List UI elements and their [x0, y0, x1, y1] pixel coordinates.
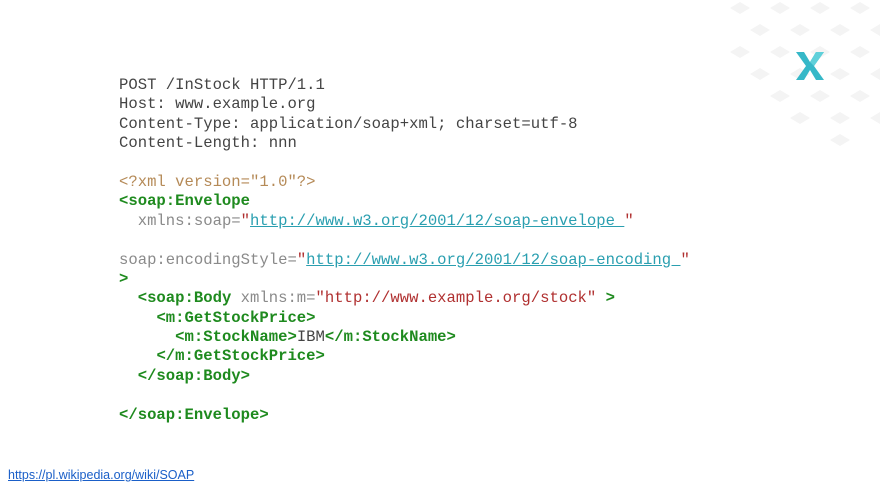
- xmlns-attribute: xmlns:soap=: [137, 211, 241, 230]
- get-stock-close-line: </m:GetStockPrice>: [119, 347, 690, 366]
- get-stock-price-close-tag: </m:GetStockPrice>: [156, 347, 325, 366]
- xmlns-m-attribute: xmlns:m=: [240, 289, 316, 308]
- get-stock-price-open-tag: <m:GetStockPrice>: [156, 308, 316, 327]
- soap-envelope-url[interactable]: http://www.w3.org/2001/12/soap-envelope: [250, 212, 624, 230]
- body-close-tag: </soap:Body>: [137, 366, 251, 385]
- body-open-line: <soap:Body xmlns:m="http://www.example.o…: [119, 289, 690, 308]
- http-header-line: POST /InStock HTTP/1.1: [119, 76, 325, 94]
- close-bracket: >: [605, 289, 615, 308]
- http-header-line: Content-Type: application/soap+xml; char…: [119, 114, 578, 133]
- envelope-open-tag: <soap:Envelope: [119, 192, 251, 211]
- encoding-style-attribute: soap:encodingStyle=: [119, 250, 297, 269]
- source-link[interactable]: https://pl.wikipedia.org/wiki/SOAP: [8, 468, 194, 482]
- quote-mark: ": [624, 211, 634, 230]
- close-bracket: >: [119, 269, 129, 288]
- stock-name-value: IBM: [296, 328, 325, 347]
- slide: POST /InStock HTTP/1.1 Host: www.example.…: [0, 0, 880, 496]
- stock-namespace-value: "http://www.example.org/stock": [315, 289, 597, 308]
- body-close-line: </soap:Body>: [119, 367, 690, 386]
- stock-name-close-tag: </m:StockName>: [324, 328, 456, 347]
- quote-mark: ": [680, 250, 690, 269]
- http-header-line: Content-Length: nnn: [119, 134, 297, 153]
- quote-mark: ": [296, 250, 307, 269]
- decorative-pattern: [730, 2, 880, 146]
- stock-name-open-tag: <m:StockName>: [175, 328, 297, 347]
- xmlns-line: xmlns:soap="http://www.w3.org/2001/12/so…: [119, 212, 690, 231]
- stock-name-line: <m:StockName>IBM</m:StockName>: [119, 328, 690, 347]
- get-stock-open-line: <m:GetStockPrice>: [119, 309, 690, 328]
- body-open-tag: <soap:Body: [137, 289, 232, 308]
- x-brand-logo-icon: [796, 52, 824, 80]
- http-header-line: Host: www.example.org: [119, 95, 316, 114]
- soap-request-code: POST /InStock HTTP/1.1 Host: www.example.…: [119, 76, 690, 425]
- soap-encoding-url[interactable]: http://www.w3.org/2001/12/soap-encoding: [306, 251, 680, 269]
- envelope-close-tag: </soap:Envelope>: [119, 405, 269, 424]
- quote-mark: ": [240, 211, 251, 230]
- xml-declaration: <?xml version="1.0"?>: [119, 172, 316, 191]
- encoding-line: soap:encodingStyle="http://www.w3.org/20…: [119, 251, 690, 270]
